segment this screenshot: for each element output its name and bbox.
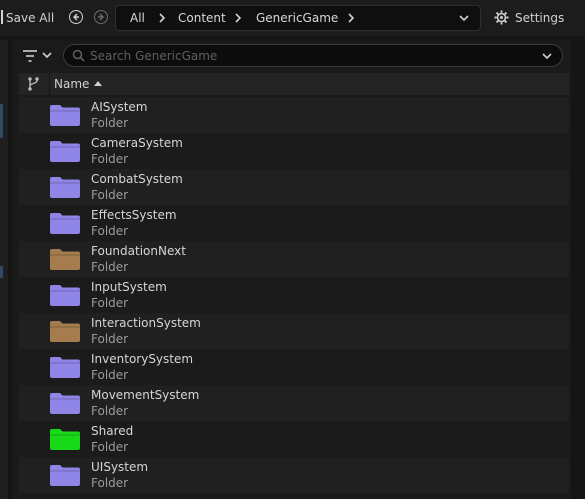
scrollbar-track[interactable] [571, 40, 585, 499]
search-input[interactable] [90, 45, 530, 66]
list-item[interactable]: EffectsSystem Folder [19, 205, 569, 241]
content-browser-toolbar: Save All All Content GenericGame Setting… [0, 0, 585, 36]
gear-icon [494, 10, 509, 25]
history-forward-button[interactable] [94, 10, 108, 24]
sources-panel-edge[interactable] [0, 40, 8, 499]
item-type: Folder [91, 152, 129, 166]
list-item[interactable]: InputSystem Folder [19, 277, 569, 313]
item-type: Folder [91, 404, 129, 418]
item-type: Folder [91, 296, 129, 310]
arrow-right-icon [98, 13, 104, 21]
folder-icon [50, 429, 80, 450]
list-item[interactable]: AISystem Folder [19, 97, 569, 133]
item-name: FoundationNext [91, 244, 186, 258]
save-all-label: Save All [6, 11, 55, 25]
folder-icon [50, 321, 80, 342]
list-item[interactable]: MovementSystem Folder [19, 385, 569, 421]
history-back-button[interactable] [69, 10, 83, 24]
source-control-column[interactable] [19, 73, 50, 95]
item-type: Folder [91, 368, 129, 382]
list-item[interactable]: CombatSystem Folder [19, 169, 569, 205]
item-type: Folder [91, 476, 129, 490]
folder-icon [50, 285, 80, 306]
search-icon [72, 49, 85, 62]
chevron-down-icon[interactable] [541, 51, 553, 61]
item-name: EffectsSystem [91, 208, 177, 222]
filter-icon [23, 50, 52, 62]
folder-icon [50, 177, 80, 198]
asset-list: AISystem Folder CameraSystem Folder CombatSy… [19, 97, 569, 493]
item-type: Folder [91, 260, 129, 274]
save-all-button[interactable]: Save All [0, 9, 54, 27]
column-header: Name [19, 73, 569, 95]
list-item[interactable]: Shared Folder [19, 421, 569, 457]
item-name: InventorySystem [91, 352, 194, 366]
folder-icon [50, 465, 80, 486]
item-name: CombatSystem [91, 172, 183, 186]
item-name: Shared [91, 424, 134, 438]
breadcrumb: All Content GenericGame [115, 5, 481, 31]
branch-icon [28, 77, 39, 91]
item-name: InteractionSystem [91, 316, 201, 330]
list-item[interactable]: CameraSystem Folder [19, 133, 569, 169]
folder-icon [50, 393, 80, 414]
chevron-right-icon[interactable] [233, 13, 243, 23]
item-type: Folder [91, 440, 129, 454]
item-name: UISystem [91, 460, 149, 474]
chevron-down-icon[interactable] [458, 13, 470, 23]
arrow-left-icon [73, 13, 79, 21]
breadcrumb-content[interactable]: Content [178, 6, 226, 30]
folder-icon [50, 105, 80, 126]
chevron-right-icon[interactable] [346, 13, 356, 23]
item-name: InputSystem [91, 280, 167, 294]
item-type: Folder [91, 224, 129, 238]
list-item[interactable]: UISystem Folder [19, 457, 569, 493]
folder-icon [50, 141, 80, 162]
panel-selection-marker [0, 104, 3, 138]
folder-icon [50, 213, 80, 234]
filter-button[interactable] [20, 47, 56, 65]
sort-ascending-icon [94, 81, 103, 86]
list-item[interactable]: InventorySystem Folder [19, 349, 569, 385]
breadcrumb-genericgame[interactable]: GenericGame [256, 6, 338, 30]
item-name: MovementSystem [91, 388, 200, 402]
folder-icon [50, 357, 80, 378]
settings-label: Settings [515, 11, 565, 25]
folder-icon [50, 249, 80, 270]
item-type: Folder [91, 116, 129, 130]
name-column-label: Name [54, 77, 90, 91]
breadcrumb-all[interactable]: All [130, 6, 145, 30]
item-type: Folder [91, 332, 129, 346]
chevron-right-icon[interactable] [157, 13, 167, 23]
save-icon [1, 10, 3, 24]
settings-button[interactable]: Settings [494, 8, 564, 28]
item-name: AISystem [91, 100, 148, 114]
item-name: CameraSystem [91, 136, 183, 150]
name-column-header[interactable]: Name [54, 73, 103, 95]
search-box [63, 44, 563, 67]
list-item[interactable]: FoundationNext Folder [19, 241, 569, 277]
panel-selection-marker [0, 266, 3, 278]
item-type: Folder [91, 188, 129, 202]
list-item[interactable]: InteractionSystem Folder [19, 313, 569, 349]
